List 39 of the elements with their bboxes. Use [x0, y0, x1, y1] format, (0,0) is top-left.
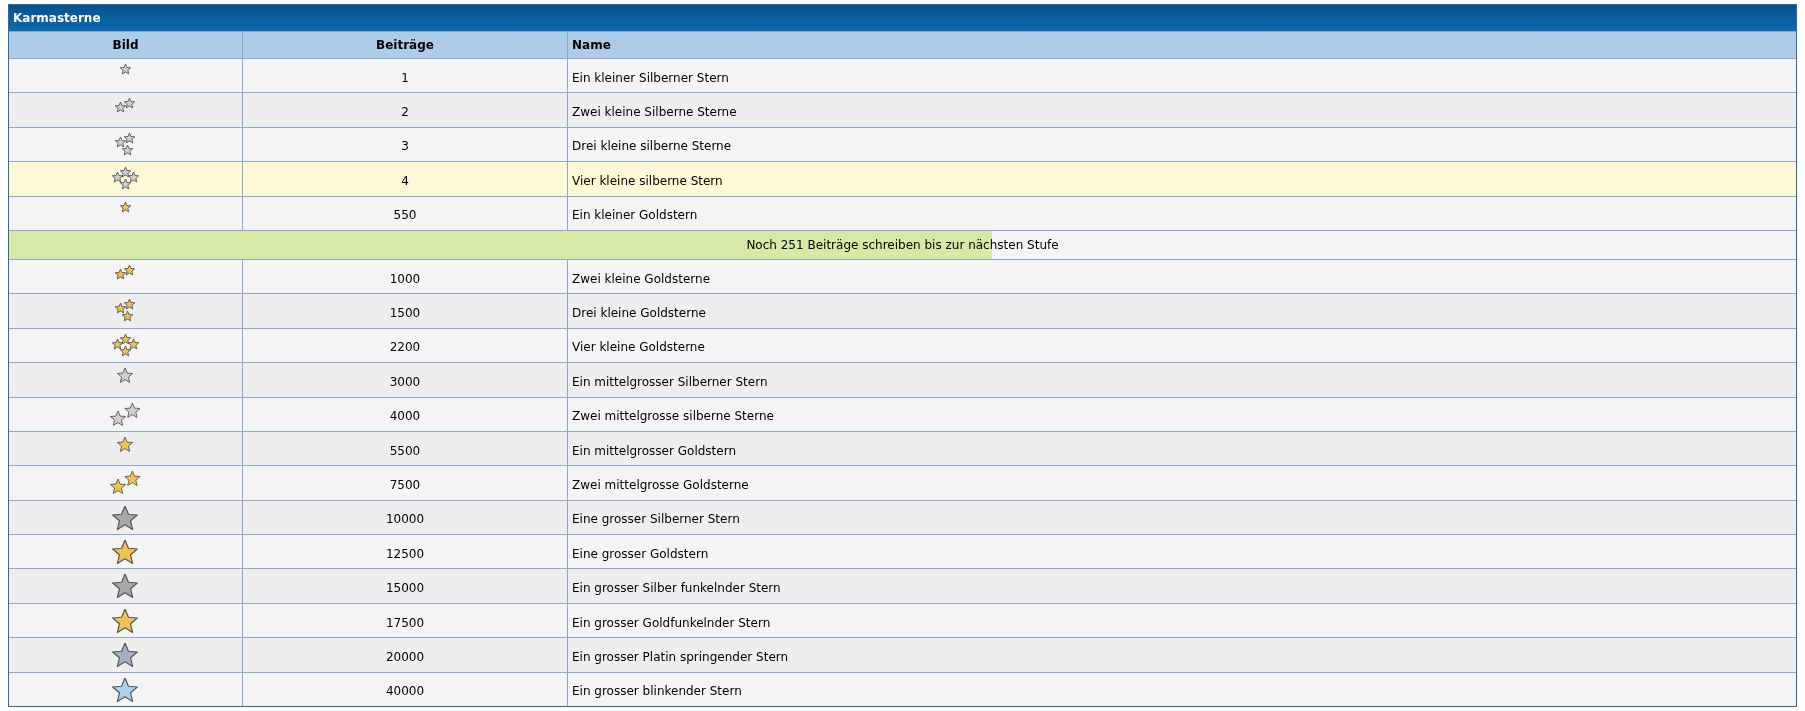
table-cell-text: 1000	[389, 270, 421, 288]
table-cell-text: Drei kleine Goldsterne	[572, 305, 706, 323]
table-cell-text: Ein grosser Goldfunkelnder Stern	[572, 614, 771, 632]
table-cell-text: Vier kleine Goldsterne	[572, 339, 705, 357]
table-cell-text: Ein grosser Silber funkelnder Stern	[572, 580, 781, 598]
progress-text: Noch 251 Beiträge schreiben bis zur nächsten Stufe	[746, 236, 1059, 254]
table-cell-text: 15000	[385, 580, 425, 598]
table-cell-text: 4	[401, 172, 409, 190]
table-cell-text: Zwei mittelgrosse silberne Sterne	[572, 408, 774, 426]
table-cell-text: 550	[393, 207, 417, 225]
table-cell-text: 7500	[389, 477, 421, 494]
table-cell-text: Eine grosser Silberner Stern	[572, 511, 740, 529]
table-cell-text: 17500	[385, 614, 425, 632]
table-cell-text: Ein grosser Platin springender Stern	[572, 648, 789, 666]
table-cell-text: 40000	[385, 683, 425, 701]
table-cell-text: Vier kleine silberne Stern	[572, 172, 723, 190]
table-cell-text: Ein kleiner Goldstern	[572, 207, 698, 225]
table-cell-text: Eine grosser Goldstern	[572, 545, 709, 563]
table-cell-text: Ein mittelgrosser Silberner Stern	[572, 373, 768, 391]
panel-title: Karmasterne	[9, 5, 1796, 31]
column-header: Name	[571, 37, 612, 54]
table-cell-text: 2	[401, 104, 409, 122]
table-cell-text: 2200	[389, 339, 421, 357]
table-cell-text: 20000	[385, 648, 425, 666]
table-cell-text: 10000	[385, 511, 425, 529]
table-cell-text: 3000	[389, 373, 421, 391]
table-cell-text: Ein kleiner Silberner Stern	[572, 69, 729, 87]
table-cell-text: 4000	[389, 408, 421, 426]
table-cell-text: Zwei kleine Goldsterne	[572, 270, 710, 288]
table-cell-text: 3	[401, 138, 409, 156]
table-cell-text: Ein grosser blinkender Stern	[572, 683, 742, 701]
table-cell-text: Zwei kleine Silberne Sterne	[572, 104, 737, 122]
table-cell-text: Drei kleine silberne Sterne	[572, 138, 732, 156]
table-cell-text: Zwei mittelgrosse Goldsterne	[572, 477, 749, 494]
table-cell-text: 1	[401, 69, 409, 87]
table-cell-text: 5500	[389, 442, 421, 460]
table-cell-text: Ein mittelgrosser Goldstern	[572, 442, 736, 460]
table-cell-text: 12500	[385, 545, 425, 563]
table-cell-text: 1500	[389, 305, 421, 323]
